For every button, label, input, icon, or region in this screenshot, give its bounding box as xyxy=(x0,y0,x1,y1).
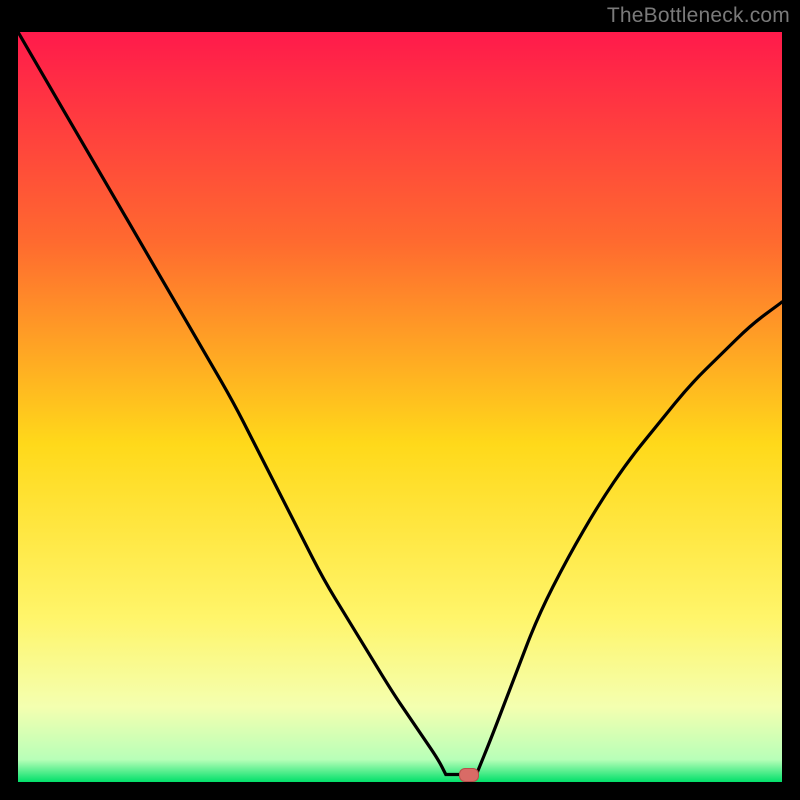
optimal-point-marker xyxy=(459,768,479,782)
plot-area xyxy=(18,32,782,782)
bottleneck-curve xyxy=(18,32,782,782)
watermark-text: TheBottleneck.com xyxy=(607,4,790,28)
chart-frame: TheBottleneck.com xyxy=(0,0,800,800)
